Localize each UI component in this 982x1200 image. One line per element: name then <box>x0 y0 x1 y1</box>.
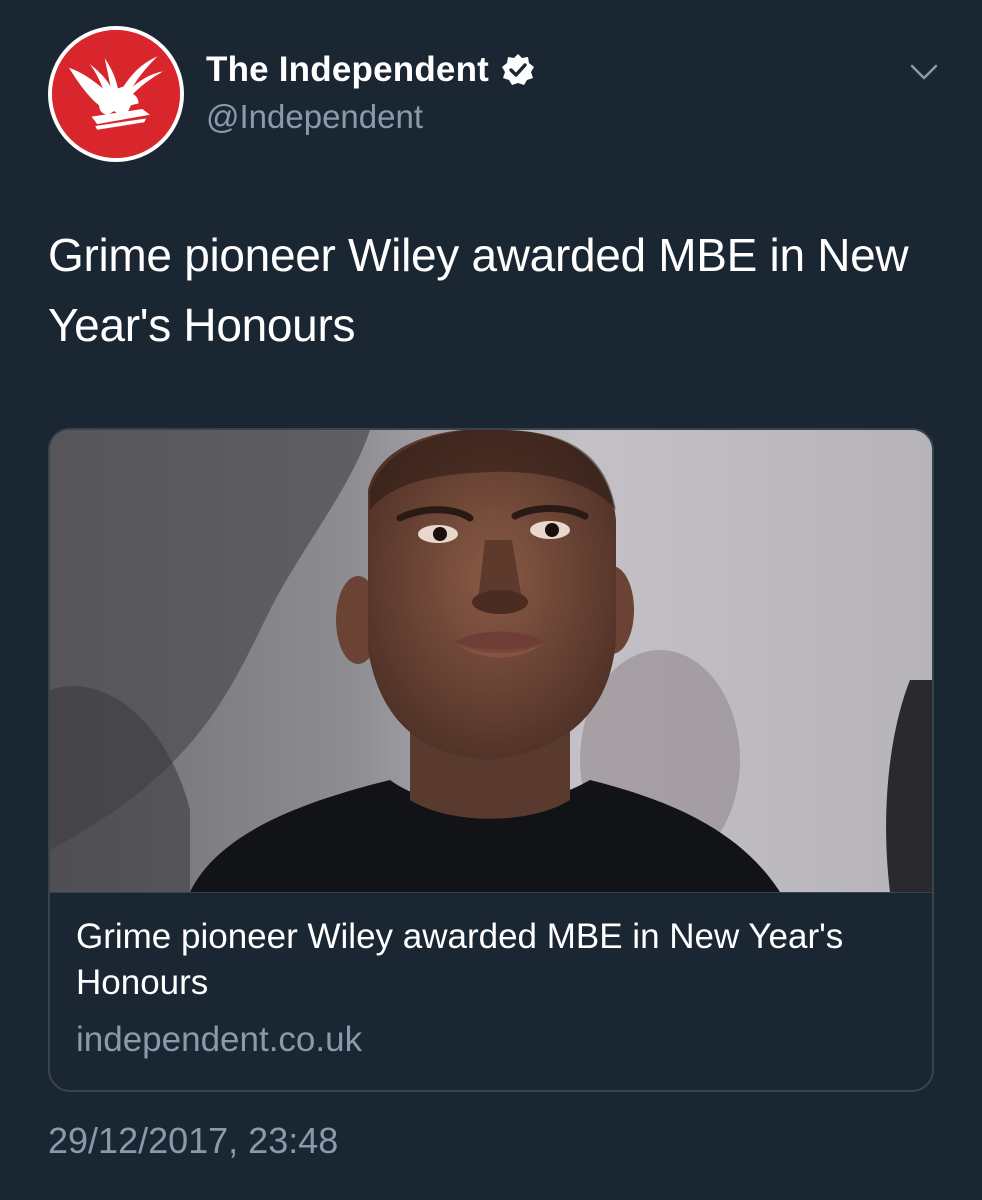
verified-badge-icon <box>502 54 534 85</box>
display-name-row[interactable]: The Independent <box>206 50 535 90</box>
eagle-logo-icon <box>52 30 180 158</box>
display-name[interactable]: The Independent <box>206 50 489 90</box>
chevron-down-icon[interactable] <box>906 60 942 84</box>
tweet: The Independent @Independent Grime pione… <box>0 0 982 1200</box>
account-handle[interactable]: @Independent <box>206 98 423 136</box>
portrait-photo <box>50 430 932 892</box>
tweet-text: Grime pioneer Wiley awarded MBE in New Y… <box>48 229 909 351</box>
card-divider <box>50 892 932 893</box>
card-image[interactable] <box>50 430 932 892</box>
link-card[interactable]: Grime pioneer Wiley awarded MBE in New Y… <box>48 428 934 1092</box>
card-title[interactable]: Grime pioneer Wiley awarded MBE in New Y… <box>76 914 896 1006</box>
avatar[interactable] <box>48 26 184 162</box>
tweet-timestamp[interactable]: 29/12/2017, 23:48 <box>48 1120 338 1162</box>
card-domain[interactable]: independent.co.uk <box>76 1020 362 1060</box>
